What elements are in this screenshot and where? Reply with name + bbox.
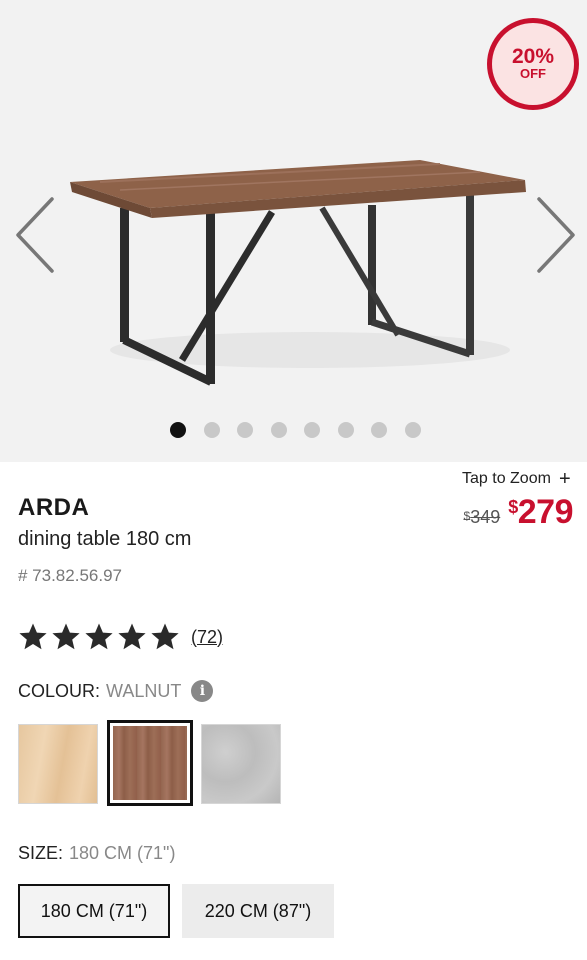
size-selector-heading: SIZE: 180 CM (71") (18, 843, 175, 864)
rating[interactable]: (72) (18, 622, 223, 652)
product-gallery[interactable]: 20% OFF (0, 0, 587, 462)
star-icon (85, 623, 113, 650)
original-price: $349 (463, 507, 501, 527)
star-icon (118, 623, 146, 650)
image-pagination (0, 422, 587, 438)
previous-image-arrow-icon[interactable] (12, 195, 58, 275)
price-block: $349 $279 (463, 493, 574, 532)
swatch-walnut[interactable] (107, 720, 193, 806)
pagination-dot[interactable] (404, 422, 421, 438)
review-count-link[interactable]: (72) (191, 627, 223, 648)
pagination-dot[interactable] (337, 422, 354, 438)
colour-label: COLOUR: (18, 680, 101, 701)
colour-selector-heading: COLOUR: WALNUT i (18, 680, 214, 702)
star-icon (151, 623, 179, 650)
size-selected-value: 180 CM (71") (69, 843, 176, 863)
tap-to-zoom-label: Tap to Zoom (462, 470, 551, 487)
pagination-dot[interactable] (237, 422, 254, 438)
discount-percent: 20% (511, 45, 555, 68)
discount-badge: 20% OFF (487, 18, 579, 110)
product-description: dining table 180 cm (18, 528, 192, 550)
pagination-dot[interactable] (371, 422, 388, 438)
size-label: SIZE: (18, 843, 64, 863)
product-name: ARDA (18, 494, 90, 521)
swatch-oak[interactable] (18, 724, 98, 804)
size-option-180[interactable]: 180 CM (71") (18, 884, 170, 938)
pagination-dot[interactable] (170, 422, 187, 438)
star-icon (52, 623, 80, 650)
product-image (70, 160, 526, 386)
tap-to-zoom[interactable]: Tap to Zoom + (462, 468, 571, 490)
zoom-plus-icon: + (558, 468, 571, 490)
size-option-220[interactable]: 220 CM (87") (182, 884, 334, 938)
discount-off-label: OFF (520, 66, 546, 81)
colour-selected-value: WALNUT (106, 680, 182, 701)
star-icon (19, 623, 47, 650)
next-image-arrow-icon[interactable] (533, 195, 579, 275)
swatch-concrete[interactable] (201, 724, 281, 804)
pagination-dot[interactable] (270, 422, 287, 438)
pagination-dot[interactable] (203, 422, 220, 438)
info-icon[interactable]: i (191, 680, 214, 702)
product-sku: # 73.82.56.97 (18, 566, 122, 585)
sale-price: $279 (508, 493, 573, 531)
pagination-dot[interactable] (304, 422, 321, 438)
